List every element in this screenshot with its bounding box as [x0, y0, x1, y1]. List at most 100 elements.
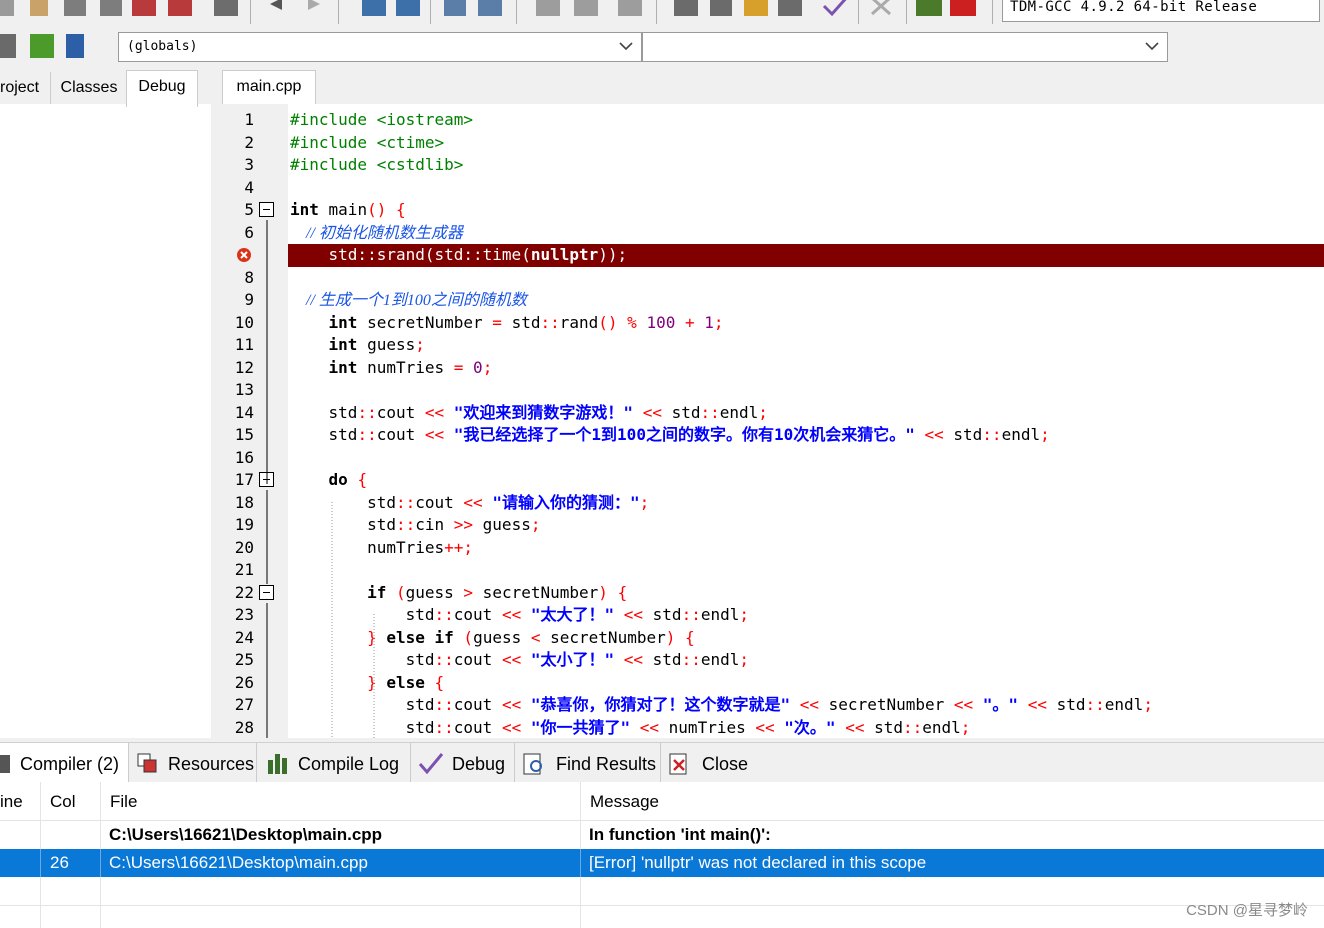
tab-debug-bottom[interactable]: Debug: [412, 743, 515, 783]
tab-find-results[interactable]: Find Results: [516, 743, 661, 783]
code-line[interactable]: 22 if (guess > secretNumber) {: [220, 582, 1324, 605]
code-line[interactable]: 11 int guess;: [220, 334, 1324, 357]
code-line[interactable]: 4: [220, 177, 1324, 200]
code-token: ::: [902, 717, 923, 737]
tab-project[interactable]: roject: [0, 72, 51, 104]
code-token: #include <iostream>: [290, 110, 474, 129]
code-token: {: [434, 672, 445, 692]
code-line[interactable]: 6 // 初始化随机数生成器: [220, 222, 1324, 245]
code-line-error[interactable]: 7 std::srand(std::time(nullptr));: [288, 244, 1324, 267]
code-token: cout: [415, 492, 464, 512]
code-token: >>: [453, 515, 474, 534]
code-token: nullptr: [530, 245, 599, 264]
code-text: int guess;: [290, 334, 425, 357]
code-line[interactable]: 10 int secretNumber = std::rand() % 100 …: [220, 312, 1324, 335]
members-combo[interactable]: [642, 32, 1168, 62]
project-tree[interactable]: [0, 104, 211, 738]
close-all-icon: [168, 0, 192, 16]
code-text: std::cout << "太大了！" << std::endl;: [290, 604, 749, 627]
replace-icon: [396, 0, 420, 16]
col-header-col[interactable]: Col: [50, 782, 100, 820]
code-text: std::cout << "请输入你的猜测：";: [290, 492, 649, 515]
fold-toggle-icon[interactable]: [259, 472, 274, 487]
row-message: In function 'int main()':: [589, 825, 771, 844]
fold-toggle-icon[interactable]: [259, 584, 274, 600]
code-line[interactable]: 9 // 生成一个1到100之间的随机数: [220, 289, 1324, 312]
code-text: // 初始化随机数生成器: [290, 222, 463, 246]
code-line[interactable]: 17 do {: [220, 469, 1324, 492]
code-line[interactable]: 18 std::cout << "请输入你的猜测：";: [220, 492, 1324, 515]
code-token: <<: [424, 425, 445, 444]
col-header-message[interactable]: Message: [590, 782, 1290, 820]
code-token: <<: [501, 717, 522, 737]
code-text: int secretNumber = std::rand() % 100 + 1…: [290, 312, 724, 335]
run-icon: [710, 0, 732, 16]
print-icon: [214, 0, 238, 16]
tab-resources[interactable]: Resources: [130, 743, 257, 783]
code-token: ::: [357, 425, 377, 444]
code-line[interactable]: 2 #include <ctime>: [220, 132, 1324, 155]
code-text: int main() {: [290, 199, 406, 222]
code-line[interactable]: 24 } else if (guess < secretNumber) {: [220, 627, 1324, 650]
code-token: secretNumber: [819, 695, 954, 714]
tab-close-label: Close: [702, 754, 749, 774]
code-line[interactable]: 3 #include <cstdlib>: [220, 154, 1324, 177]
editor-tab-main-cpp[interactable]: main.cpp: [222, 70, 316, 107]
code-line[interactable]: 13: [220, 379, 1324, 402]
code-editor[interactable]: 1 #include <iostream> 2 #include <ctime> 3 #i…: [220, 104, 1324, 738]
code-text: #include <cstdlib>: [290, 154, 463, 177]
row-file: C:\Users\16621\Desktop\main.cpp: [109, 825, 383, 844]
code-token: endl: [1104, 695, 1144, 714]
code-token: "。": [982, 695, 1019, 714]
tab-close[interactable]: Close: [662, 743, 752, 783]
code-token: >: [463, 582, 474, 602]
insert-icon: [30, 34, 54, 58]
globals-combo[interactable]: (globals): [118, 32, 642, 62]
code-token: cout: [453, 717, 502, 737]
code-line[interactable]: 21: [220, 559, 1324, 582]
tab-debug[interactable]: Debug: [126, 70, 198, 107]
code-line[interactable]: 28 std::cout << "你一共猜了" << numTries << "…: [220, 717, 1324, 739]
unindent-icon: [478, 0, 502, 16]
tab-find-results-label: Find Results: [556, 754, 657, 774]
chevron-down-icon: [619, 42, 633, 51]
code-token: ::: [1085, 695, 1105, 714]
table-row[interactable]: C:\Users\16621\Desktop\main.cpp In funct…: [0, 821, 1324, 849]
code-line[interactable]: 27 std::cout << "恭喜你，你猜对了！这个数字就是" << sec…: [220, 694, 1324, 717]
tab-compiler[interactable]: Compiler (2): [0, 743, 129, 783]
secondary-toolbar-icons: [0, 34, 84, 58]
code-token: %: [627, 312, 637, 332]
col-header-file[interactable]: File: [110, 782, 580, 820]
code-text: #include <iostream>: [290, 109, 473, 132]
col-header-line[interactable]: ine: [0, 782, 40, 820]
breakpoint-error-icon[interactable]: [236, 247, 252, 263]
code-token: "你一共猜了": [530, 717, 631, 737]
code-token: (: [521, 245, 531, 264]
code-token: 0: [473, 357, 483, 377]
code-token: }: [367, 672, 377, 692]
code-line[interactable]: 1 #include <iostream>: [220, 109, 1324, 132]
code-line[interactable]: 26 } else {: [220, 672, 1324, 695]
tab-compile-log[interactable]: Compile Log: [258, 743, 411, 783]
code-line[interactable]: 20 numTries++;: [220, 537, 1324, 560]
code-line[interactable]: 19 std::cin >> guess;: [220, 514, 1324, 537]
compiler-select[interactable]: TDM-GCC 4.9.2 64-bit Release: [1002, 0, 1320, 22]
code-line[interactable]: 23 std::cout << "太大了！" << std::endl;: [220, 604, 1324, 627]
code-line[interactable]: 8: [220, 267, 1324, 290]
code-line[interactable]: 25 std::cout << "太小了！" << std::endl;: [220, 649, 1324, 672]
code-token: else: [386, 672, 425, 692]
code-line[interactable]: 15 std::cout << "我已经选择了一个1到100之间的数字。你有10…: [220, 424, 1324, 447]
code-line[interactable]: 16: [220, 447, 1324, 470]
tab-classes[interactable]: Classes: [52, 72, 127, 104]
table-row[interactable]: 26 C:\Users\16621\Desktop\main.cpp [Erro…: [0, 849, 1324, 877]
code-line[interactable]: 14 std::cout << "欢迎来到猜数字游戏！" << std::end…: [220, 402, 1324, 425]
col-header-line-label: ine: [0, 792, 23, 811]
fold-toggle-icon[interactable]: [259, 202, 274, 217]
code-line[interactable]: 5 int main() {: [220, 199, 1324, 222]
code-token: (): [598, 312, 618, 332]
code-line[interactable]: 12 int numTries = 0;: [220, 357, 1324, 380]
code-text: int numTries = 0;: [290, 357, 493, 380]
